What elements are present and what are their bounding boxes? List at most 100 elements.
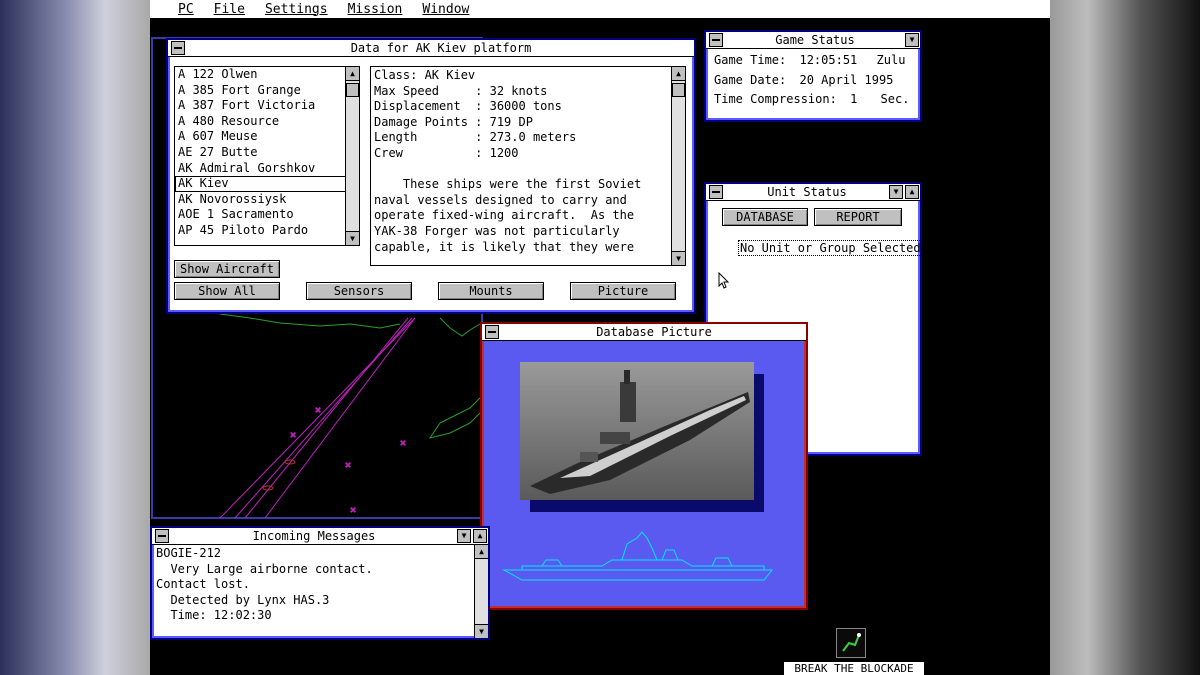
break-the-blockade-label[interactable]: BREAK THE BLOCKADE bbox=[784, 662, 924, 675]
left-letterbox bbox=[0, 0, 150, 675]
show-all-button[interactable]: Show All bbox=[174, 282, 280, 300]
details-scroll-up-arrow-icon[interactable]: ▲ bbox=[672, 67, 685, 81]
game-time-row: Game Time: 12:05:51 Zulu bbox=[714, 51, 912, 71]
message-line: BOGIE-212 bbox=[156, 546, 222, 560]
list-item[interactable]: AK Kiev bbox=[175, 176, 359, 192]
menu-bar: PC File Settings Mission Window bbox=[150, 0, 1050, 18]
game-time-label: Game Time: bbox=[714, 53, 787, 67]
system-menu-button[interactable] bbox=[485, 325, 499, 339]
chevron-up-icon[interactable]: ▲ bbox=[473, 529, 487, 543]
chevron-up-icon[interactable]: ▲ bbox=[905, 185, 919, 199]
detail-line: Crew : 1200 bbox=[374, 145, 519, 160]
mounts-button[interactable]: Mounts bbox=[438, 282, 544, 300]
game-status-titlebar: Game Status ▼ bbox=[706, 32, 920, 49]
message-line: Time: 12:02:30 bbox=[156, 608, 272, 623]
list-item[interactable]: AK Novorossiysk bbox=[175, 192, 359, 208]
message-line: Contact lost. bbox=[156, 577, 250, 592]
detail-line: YAK-38 Forger was not particularly bbox=[374, 223, 620, 238]
incoming-messages-window: Incoming Messages ▼ ▲ BOGIE-212 Very Lar… bbox=[150, 526, 490, 640]
list-item[interactable]: AE 27 Butte bbox=[175, 145, 359, 161]
svg-text:×: × bbox=[350, 505, 356, 516]
database-button[interactable]: DATABASE bbox=[722, 208, 808, 226]
detail-line: naval vessels designed to carry and bbox=[374, 192, 627, 207]
platform-list[interactable]: A 122 Olwen A 385 Fort Grange A 387 Fort V… bbox=[174, 66, 360, 246]
detail-line: Length : 273.0 meters bbox=[374, 130, 577, 145]
game-time-zone: Zulu bbox=[876, 53, 906, 67]
platform-details: Class: AK Kiev Max Speed : 32 knots Displa… bbox=[370, 66, 686, 266]
game-date-value: 20 April 1995 bbox=[799, 72, 894, 87]
list-item[interactable]: A 480 Resource bbox=[175, 114, 359, 130]
platform-data-titlebar: Data for AK Kiev platform bbox=[168, 40, 694, 57]
messages-scrollbar[interactable]: ▲ ▼ bbox=[474, 545, 488, 638]
messages-scroll-down-arrow-icon[interactable]: ▼ bbox=[475, 624, 488, 638]
system-menu-button[interactable] bbox=[709, 33, 723, 47]
list-item[interactable]: AP 45 Piloto Pardo bbox=[175, 223, 359, 239]
detail-line: Damage Points : 719 DP bbox=[374, 114, 533, 129]
database-picture-window: Database Picture bbox=[480, 322, 808, 610]
platform-list-scrollbar[interactable]: ▲ ▼ bbox=[345, 67, 359, 245]
detail-line: operate fixed-wing aircraft. As the bbox=[374, 208, 635, 223]
details-scrollbar[interactable]: ▲ ▼ bbox=[671, 67, 685, 265]
svg-text:×: × bbox=[400, 438, 406, 449]
incoming-messages-title: Incoming Messages bbox=[252, 529, 376, 543]
menu-settings[interactable]: Settings bbox=[255, 2, 338, 17]
database-picture-titlebar: Database Picture bbox=[482, 324, 806, 341]
chevron-down-icon[interactable]: ▼ bbox=[905, 33, 919, 47]
system-menu-button[interactable] bbox=[155, 529, 169, 543]
system-menu-button[interactable] bbox=[171, 41, 185, 55]
list-item[interactable]: A 607 Meuse bbox=[175, 129, 359, 145]
list-item[interactable]: AK Admiral Gorshkov bbox=[175, 161, 359, 177]
detail-line: Displacement : 36000 tons bbox=[374, 99, 562, 114]
game-date-row: Game Date: 20 April 1995 bbox=[714, 71, 912, 91]
scroll-up-arrow-icon[interactable]: ▲ bbox=[346, 67, 359, 81]
game-status-title: Game Status bbox=[775, 33, 855, 47]
detail-line: Max Speed : 32 knots bbox=[374, 83, 548, 98]
svg-text:×: × bbox=[290, 430, 296, 441]
incoming-messages-titlebar: Incoming Messages ▼ ▲ bbox=[152, 528, 488, 545]
time-compression-value: 1 bbox=[850, 92, 858, 106]
chevron-down-icon[interactable]: ▼ bbox=[457, 529, 471, 543]
picture-button[interactable]: Picture bbox=[570, 282, 676, 300]
svg-text:×: × bbox=[345, 460, 351, 471]
details-scroll-thumb[interactable] bbox=[672, 83, 685, 97]
report-button[interactable]: REPORT bbox=[814, 208, 902, 226]
game-time-value: 12:05:51 bbox=[799, 53, 858, 67]
mouse-cursor-icon bbox=[718, 272, 730, 289]
platform-data-title: Data for AK Kiev platform bbox=[350, 41, 532, 55]
break-the-blockade-icon[interactable] bbox=[836, 628, 866, 658]
unit-status-text: No Unit or Group Selected. bbox=[738, 240, 930, 256]
menu-mission[interactable]: Mission bbox=[338, 2, 413, 17]
database-picture-title: Database Picture bbox=[596, 325, 712, 339]
svg-text:×: × bbox=[315, 405, 321, 416]
detail-line: Class: AK Kiev bbox=[374, 68, 476, 82]
chevron-down-icon[interactable]: ▼ bbox=[889, 185, 903, 199]
platform-data-window: Data for AK Kiev platform A 122 Olwen A 3… bbox=[166, 38, 696, 314]
ship-photo bbox=[520, 362, 754, 500]
list-item[interactable]: A 385 Fort Grange bbox=[175, 83, 359, 99]
right-letterbox bbox=[1050, 0, 1200, 675]
game-screen: × × × × × PC File Settings Mission Window … bbox=[150, 0, 1050, 675]
time-compression-row: Time Compression: 1 Sec. bbox=[714, 90, 912, 110]
message-line: Detected by Lynx HAS.3 bbox=[156, 592, 330, 607]
messages-scroll-up-arrow-icon[interactable]: ▲ bbox=[475, 545, 488, 559]
menu-window[interactable]: Window bbox=[412, 2, 479, 17]
menu-file[interactable]: File bbox=[204, 2, 255, 17]
messages-list: BOGIE-212 Very Large airborne contact. Co… bbox=[156, 546, 472, 624]
game-status-window: Game Status ▼ Game Time: 12:05:51 Zulu G… bbox=[704, 30, 922, 122]
game-date-label: Game Date: bbox=[714, 72, 787, 87]
list-item[interactable]: A 387 Fort Victoria bbox=[175, 98, 359, 114]
sensors-button[interactable]: Sensors bbox=[306, 282, 412, 300]
detail-line bbox=[371, 162, 685, 178]
ship-silhouette bbox=[502, 531, 774, 581]
details-scroll-down-arrow-icon[interactable]: ▼ bbox=[672, 251, 685, 265]
time-compression-label: Time Compression: bbox=[714, 92, 837, 106]
scroll-down-arrow-icon[interactable]: ▼ bbox=[346, 231, 359, 245]
detail-line: capable, it is likely that they were bbox=[374, 239, 635, 254]
list-item[interactable]: A 122 Olwen bbox=[175, 67, 359, 83]
show-aircraft-button[interactable]: Show Aircraft bbox=[174, 260, 280, 278]
menu-pc[interactable]: PC bbox=[150, 2, 204, 17]
unit-status-title: Unit Status bbox=[767, 185, 847, 199]
system-menu-button[interactable] bbox=[709, 185, 723, 199]
list-item[interactable]: AOE 1 Sacramento bbox=[175, 207, 359, 223]
scroll-thumb[interactable] bbox=[346, 83, 359, 97]
